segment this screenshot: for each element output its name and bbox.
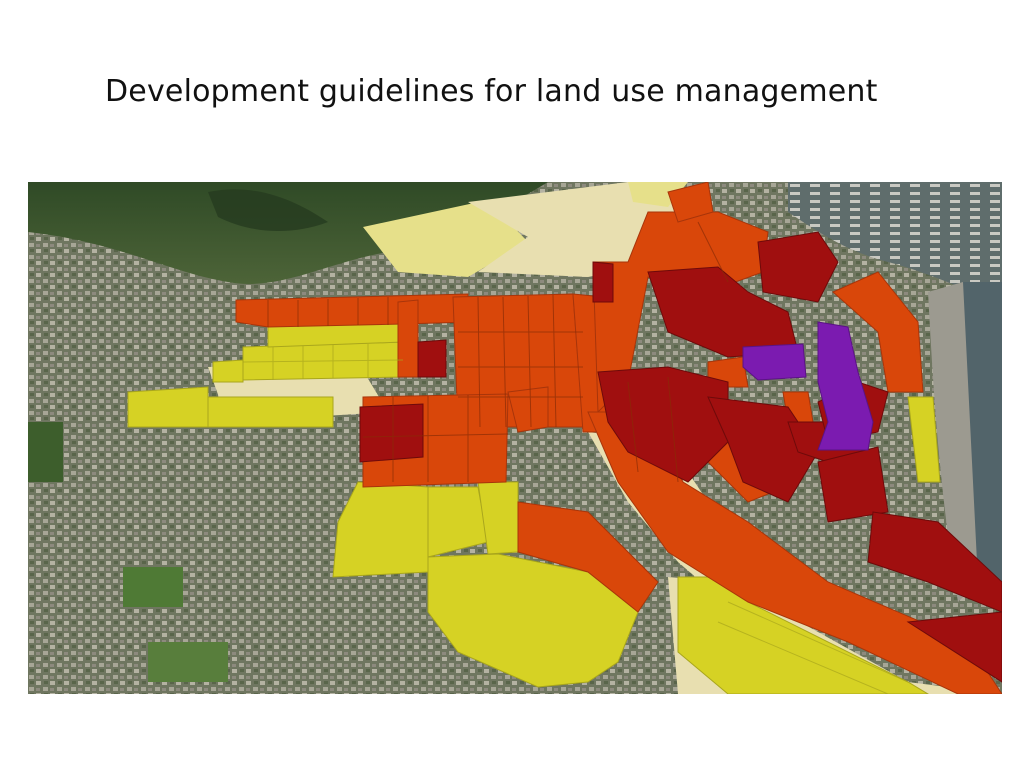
green-field — [148, 642, 228, 682]
zone-orange — [235, 293, 469, 328]
land-use-3d-map — [28, 182, 1002, 694]
green-field — [123, 567, 183, 607]
zone-red — [592, 261, 614, 303]
zone-purple — [742, 343, 807, 381]
zone-yellow — [127, 386, 209, 428]
zone-yellow — [207, 396, 334, 428]
green-field — [28, 422, 63, 482]
zone-red — [417, 339, 447, 378]
zone-red — [359, 403, 424, 463]
zone-yellow — [212, 359, 244, 383]
land-use-map-graphic — [28, 182, 1002, 694]
slide-title: Development guidelines for land use mana… — [105, 74, 878, 109]
zone-orange — [397, 299, 419, 378]
